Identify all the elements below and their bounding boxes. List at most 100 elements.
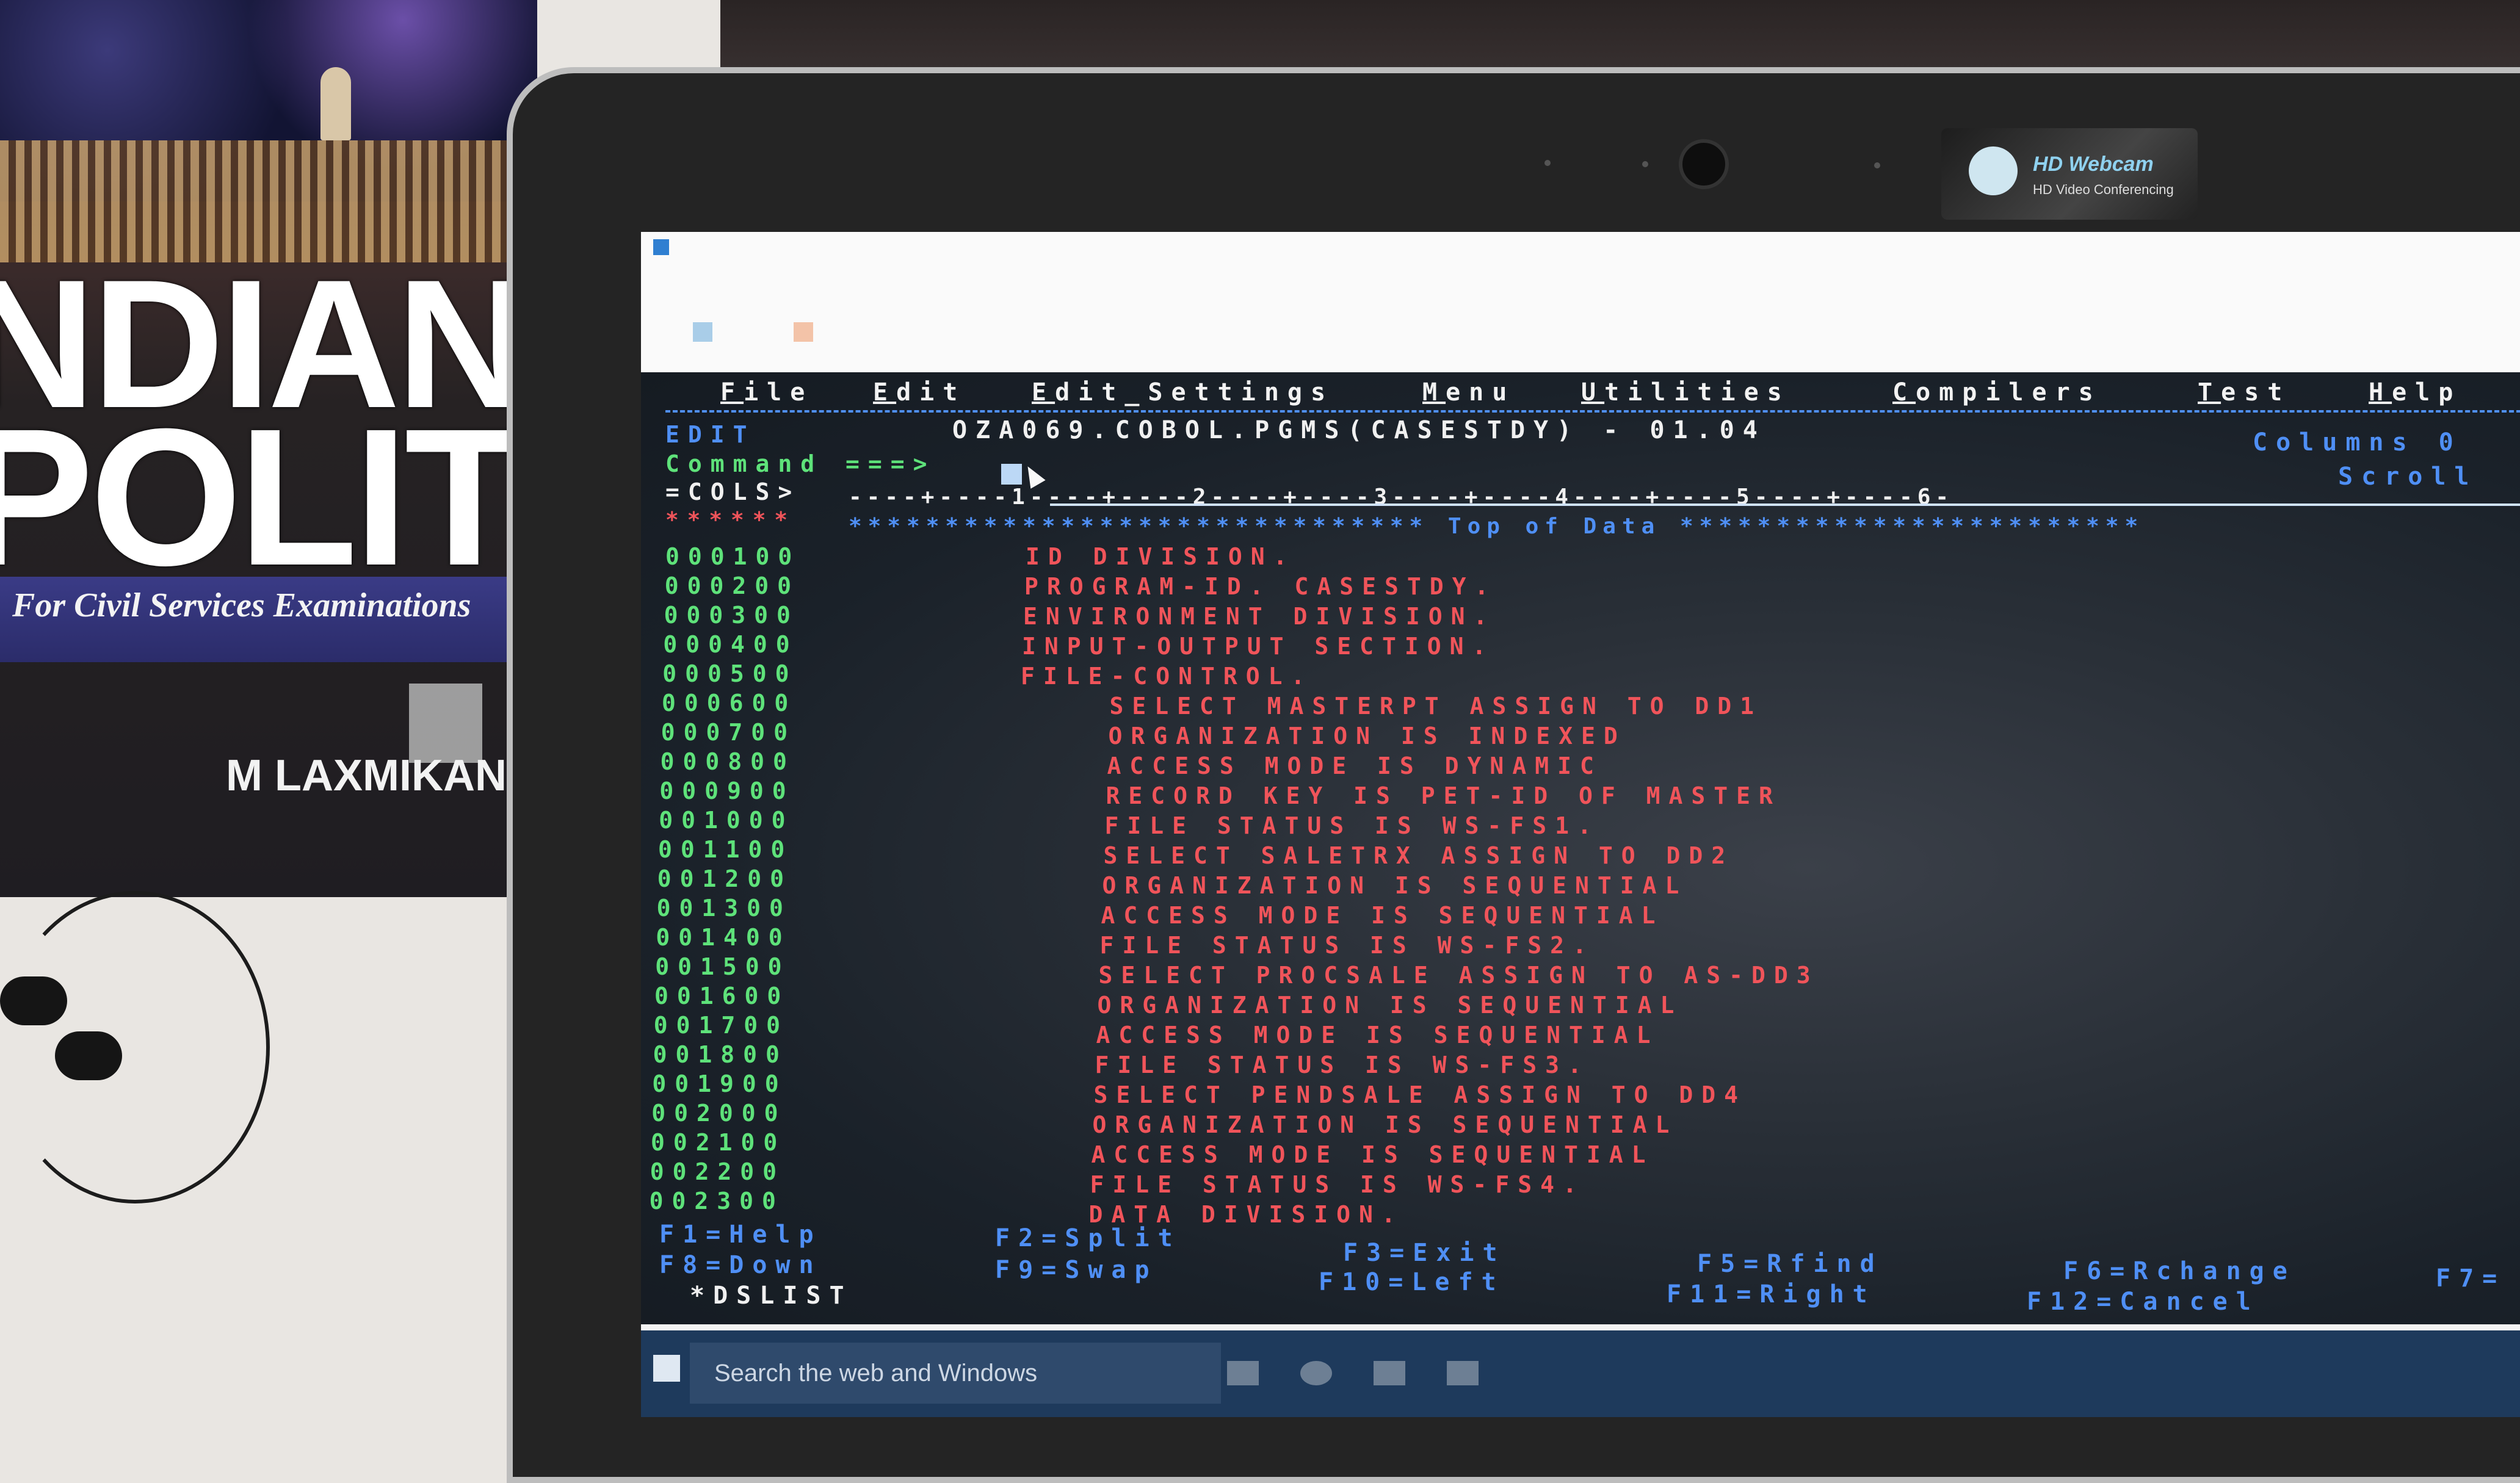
store-icon[interactable] <box>1447 1361 1479 1385</box>
source-line[interactable]: INPUT-OUTPUT SECTION. <box>1022 633 1494 660</box>
source-line[interactable]: ORGANIZATION IS SEQUENTIAL <box>1007 992 1682 1019</box>
book-subtitle: For Civil Services Examinations <box>12 586 471 624</box>
taskbar-search-box[interactable]: Search the web and Windows <box>690 1343 1221 1404</box>
webcam-logo-icon <box>1969 146 2018 195</box>
book-cover-dome <box>320 67 351 140</box>
line-number[interactable]: 001500 <box>655 953 790 980</box>
dataset-title: OZA069.COBOL.PGMS(CASESTDY) - 01.04 <box>952 416 1766 444</box>
source-line[interactable]: ENVIRONMENT DIVISION. <box>1023 603 1496 630</box>
book-cover: NDIAN POLITY For Civil Services Examinat… <box>0 0 537 897</box>
file-explorer-icon[interactable] <box>1374 1361 1405 1385</box>
line-number[interactable]: 000700 <box>661 719 796 746</box>
fkey-f6[interactable]: F6=Rchange <box>2063 1257 2296 1285</box>
taskbar-search-placeholder: Search the web and Windows <box>714 1360 1038 1387</box>
source-line[interactable]: ID DIVISION. <box>1026 543 1296 570</box>
windows-start-icon[interactable] <box>653 1355 680 1382</box>
source-line[interactable]: SELECT MASTERPT ASSIGN TO DD1 <box>1019 693 1762 720</box>
webcam-lens-icon <box>1679 139 1729 189</box>
line-number[interactable]: 001900 <box>652 1070 787 1097</box>
windows-taskbar: Search the web and Windows <box>641 1330 2520 1417</box>
toolbar-icon[interactable] <box>794 322 813 342</box>
command-label: Command ===> <box>665 450 936 477</box>
menu-file[interactable]: File <box>720 378 813 406</box>
fkey-f11[interactable]: F11=Right <box>1667 1280 1876 1308</box>
source-line[interactable]: ACCESS MODE IS SEQUENTIAL <box>1001 1141 1654 1168</box>
menu-separator <box>665 410 2520 413</box>
source-line[interactable]: FILE STATUS IS WS-FS3. <box>1005 1052 1590 1078</box>
source-line[interactable]: ACCESS MODE IS DYNAMIC <box>1017 752 1602 779</box>
camera-dot <box>1874 162 1880 168</box>
source-line[interactable]: RECORD KEY IS PET-ID OF MASTER <box>1016 782 1781 809</box>
fkey-f3[interactable]: F3=Exit <box>1343 1239 1506 1267</box>
source-line[interactable]: SELECT SALETRX ASSIGN TO DD2 <box>1013 842 1734 869</box>
source-line[interactable]: ORGANIZATION IS SEQUENTIAL <box>1002 1111 1678 1138</box>
line-number[interactable]: 001200 <box>657 865 792 892</box>
scroll-label: Scroll <box>2338 463 2478 491</box>
earphone-cable <box>0 891 270 1203</box>
source-line[interactable]: SELECT PENDSALE ASSIGN TO DD4 <box>1004 1081 1747 1108</box>
fkey-f12[interactable]: F12=Cancel <box>2027 1288 2259 1316</box>
ispf-editor: File Edit Edit_Settings Menu Utilities C… <box>641 372 2520 1324</box>
source-line[interactable]: PROGRAM-ID. CASESTDY. <box>1024 573 1497 600</box>
webcam-brand: HD Webcam <box>2033 153 2154 176</box>
edit-mode-label: EDIT <box>665 421 756 448</box>
fkey-f1[interactable]: F1=Help <box>659 1221 822 1249</box>
line-number[interactable]: 001300 <box>657 895 792 922</box>
webcam-tagline: HD Video Conferencing <box>2033 182 2174 197</box>
line-number[interactable]: 000300 <box>664 602 799 629</box>
line-number[interactable]: 001800 <box>653 1041 788 1068</box>
source-line[interactable]: ACCESS MODE IS SEQUENTIAL <box>1006 1022 1659 1048</box>
task-view-icon[interactable] <box>1227 1361 1259 1385</box>
menu-test[interactable]: Test <box>2198 378 2290 406</box>
fkey-f9[interactable]: F9=Swap <box>995 1256 1158 1284</box>
dslist-label[interactable]: *DSLIST <box>690 1282 853 1310</box>
source-line[interactable]: SELECT PROCSALE ASSIGN TO AS-DD3 <box>1008 962 1819 989</box>
toolbar-icon[interactable] <box>693 322 712 342</box>
source-line[interactable]: FILE STATUS IS WS-FS2. <box>1010 932 1595 959</box>
line-number[interactable]: 000200 <box>665 572 800 599</box>
earbud <box>55 1031 122 1080</box>
fkey-f8[interactable]: F8=Down <box>659 1251 822 1279</box>
fkey-f5[interactable]: F5=Rfind <box>1697 1250 1883 1278</box>
line-number[interactable]: 000600 <box>662 690 797 716</box>
line-number[interactable]: 001600 <box>654 983 789 1009</box>
source-line[interactable]: FILE STATUS IS WS-FS4. <box>1000 1171 1585 1198</box>
source-line[interactable]: FILE-CONTROL. <box>1021 663 1313 690</box>
fkey-f10[interactable]: F10=Left <box>1319 1268 1505 1296</box>
menu-edit-settings[interactable]: Edit_Settings <box>1032 378 1334 406</box>
browser-icon[interactable] <box>1300 1361 1332 1385</box>
line-number[interactable]: 002300 <box>650 1188 784 1214</box>
line-number[interactable]: 000900 <box>659 778 794 804</box>
laptop-screen: File Edit Edit_Settings Menu Utilities C… <box>641 232 2520 1417</box>
columns-indicator: Columns 0 <box>2253 428 2462 456</box>
fkey-f2[interactable]: F2=Split <box>995 1224 1181 1252</box>
line-number[interactable]: 002200 <box>650 1158 785 1185</box>
line-number[interactable]: 001000 <box>659 807 794 834</box>
line-number[interactable]: 000500 <box>662 660 797 687</box>
menu-help[interactable]: Help <box>2369 378 2461 406</box>
line-number[interactable]: 001400 <box>656 924 791 951</box>
source-line[interactable]: ORGANIZATION IS INDEXED <box>1018 723 1626 749</box>
book-author: M LAXMIKANT <box>226 751 534 800</box>
menu-edit[interactable]: Edit <box>873 378 966 406</box>
source-line[interactable]: FILE STATUS IS WS-FS1. <box>1015 812 1600 839</box>
fkey-f7[interactable]: F7= <box>2436 1265 2505 1293</box>
line-number[interactable]: 002000 <box>651 1100 786 1127</box>
source-line[interactable]: ORGANIZATION IS SEQUENTIAL <box>1012 872 1687 899</box>
stars-prefix: ****** <box>665 508 797 533</box>
command-field-underline <box>1050 503 2520 506</box>
command-input[interactable] <box>1001 464 1022 485</box>
terminal-app-icon <box>653 239 669 255</box>
line-number[interactable]: 000100 <box>665 543 800 570</box>
line-number[interactable]: 000400 <box>663 631 798 658</box>
menu-utilities[interactable]: Utilities <box>1581 378 1790 406</box>
line-number[interactable]: 002100 <box>651 1129 786 1156</box>
menu-menu[interactable]: Menu <box>1422 378 1515 406</box>
menu-compilers[interactable]: Compilers <box>1892 378 2102 406</box>
line-number[interactable]: 000800 <box>661 748 795 775</box>
line-number[interactable]: 001100 <box>658 836 793 863</box>
book-title-line2: POLITY <box>0 388 537 606</box>
source-line[interactable]: ACCESS MODE IS SEQUENTIAL <box>1011 902 1664 929</box>
line-number[interactable]: 001700 <box>654 1012 789 1039</box>
cols-label: =COLS> <box>665 478 801 505</box>
